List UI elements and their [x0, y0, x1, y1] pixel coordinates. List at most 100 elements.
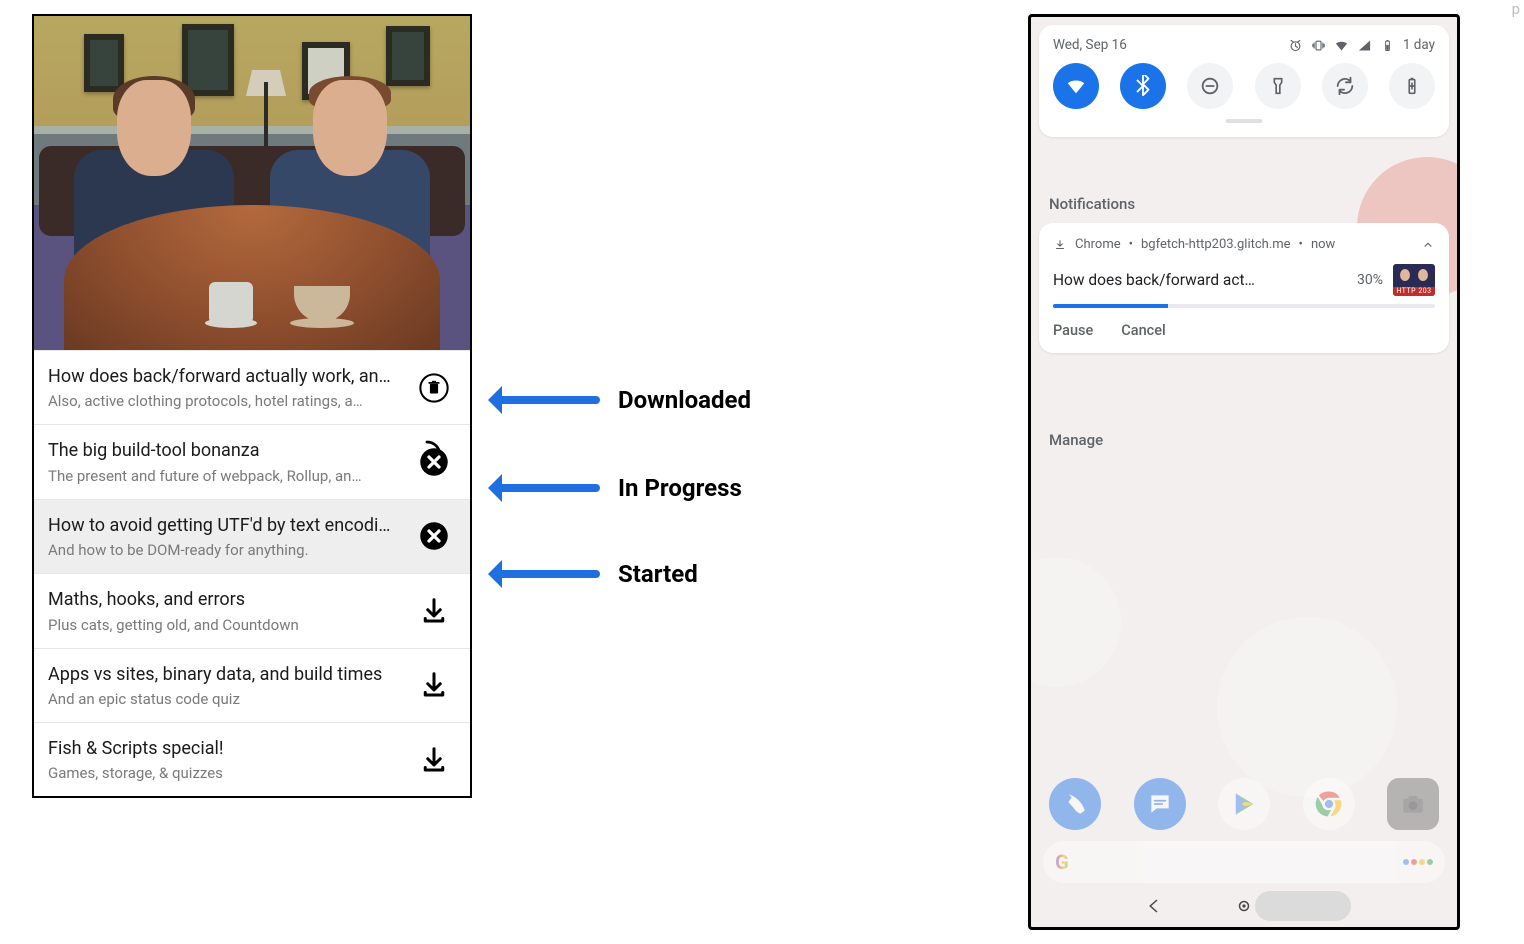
annotation-label: Started [618, 560, 698, 588]
notification-title: How does back/forward act… [1053, 271, 1347, 289]
stray-char: p [1512, 0, 1520, 18]
glass-icon [209, 282, 253, 322]
qs-bluetooth-tile[interactable] [1120, 63, 1166, 109]
cancel-download-button[interactable] [412, 514, 456, 558]
system-nav-bar [1031, 885, 1457, 927]
episode-list: How does back/forward actually work, an…… [34, 350, 470, 796]
arrow-left-icon [490, 570, 600, 578]
download-button[interactable] [412, 663, 456, 707]
qs-dnd-tile[interactable] [1187, 63, 1233, 109]
episode-item[interactable]: How to avoid getting UTF'd by text encod… [34, 499, 470, 573]
annotation-in-progress: In Progress [490, 474, 742, 502]
annotation-downloaded: Downloaded [490, 386, 751, 414]
notification-percent: 30% [1357, 272, 1383, 288]
episode-item[interactable]: Apps vs sites, binary data, and build ti… [34, 648, 470, 722]
annotation-started: Started [490, 560, 698, 588]
status-bar: Wed, Sep 16 1 day [1053, 33, 1435, 63]
episode-subtitle: And how to be DOM-ready for anything. [48, 541, 402, 559]
qs-battery-saver-tile[interactable] [1389, 63, 1435, 109]
table-icon [64, 205, 440, 350]
battery-icon [1380, 38, 1395, 53]
google-search-bar[interactable]: G [1043, 841, 1445, 883]
play-icon [1230, 790, 1258, 818]
camera-app-icon[interactable] [1387, 778, 1439, 830]
episode-title: Maths, hooks, and errors [48, 588, 402, 611]
wall-frame-icon [386, 26, 430, 86]
download-icon [419, 745, 449, 775]
android-phone-frame: Wed, Sep 16 1 day [1028, 14, 1460, 930]
chevron-up-icon[interactable] [1421, 238, 1435, 252]
cancel-circle-icon [419, 447, 449, 477]
play-store-app-icon[interactable] [1218, 778, 1270, 830]
qs-rotate-tile[interactable] [1322, 63, 1368, 109]
camera-icon [1400, 791, 1426, 817]
episode-title: How does back/forward actually work, an… [48, 365, 402, 388]
bullet: • [1299, 237, 1303, 252]
notification-app-name: Chrome [1075, 237, 1121, 252]
episode-title: Fish & Scripts special! [48, 737, 402, 760]
thumb-tag: HTTP 203 [1393, 287, 1435, 296]
drag-handle-icon[interactable] [1226, 119, 1262, 123]
wifi-status-icon [1334, 38, 1349, 53]
notification-pause-button[interactable]: Pause [1053, 322, 1093, 339]
episode-title: Apps vs sites, binary data, and build ti… [48, 663, 402, 686]
messages-icon [1147, 791, 1173, 817]
download-button[interactable] [412, 589, 456, 633]
annotation-label: Downloaded [618, 386, 751, 414]
signal-icon [1357, 38, 1372, 53]
manage-button[interactable]: Manage [1049, 431, 1103, 449]
vibrate-icon [1311, 38, 1326, 53]
auto-rotate-icon [1334, 75, 1356, 97]
download-icon [419, 596, 449, 626]
bluetooth-icon [1132, 75, 1154, 97]
messages-app-icon[interactable] [1134, 778, 1186, 830]
bullet: • [1129, 237, 1133, 252]
cancel-download-button[interactable] [412, 440, 456, 484]
wifi-icon [1065, 75, 1087, 97]
notification-cancel-button[interactable]: Cancel [1121, 322, 1165, 339]
delete-download-button[interactable] [412, 366, 456, 410]
notification-thumbnail: HTTP 203 [1393, 264, 1435, 296]
chrome-app-icon[interactable] [1303, 778, 1355, 830]
episode-subtitle: Also, active clothing protocols, hotel r… [48, 392, 402, 410]
episode-item[interactable]: Maths, hooks, and errors Plus cats, gett… [34, 573, 470, 647]
arrow-left-icon [490, 396, 600, 404]
episode-subtitle: The present and future of webpack, Rollu… [48, 467, 402, 485]
qs-flashlight-tile[interactable] [1255, 63, 1301, 109]
chrome-icon [1314, 789, 1344, 819]
cancel-circle-icon [419, 521, 449, 551]
quick-settings-panel[interactable]: Wed, Sep 16 1 day [1039, 25, 1449, 137]
episode-app-frame: How does back/forward actually work, an…… [32, 14, 472, 798]
episode-title: The big build-tool bonanza [48, 439, 402, 462]
progress-bar [1053, 304, 1435, 308]
back-nav-icon[interactable] [1145, 897, 1163, 915]
home-nav-icon[interactable] [1235, 897, 1253, 915]
alarm-icon [1288, 38, 1303, 53]
assistant-icon[interactable] [1403, 859, 1433, 865]
episode-title: How to avoid getting UTF'd by text encod… [48, 514, 402, 537]
hero-image [34, 16, 470, 350]
episode-item[interactable]: Fish & Scripts special! Games, storage, … [34, 722, 470, 796]
arrow-left-icon [490, 484, 600, 492]
download-icon [419, 670, 449, 700]
notification-card[interactable]: Chrome • bgfetch-http203.glitch.me • now… [1039, 223, 1449, 353]
google-g-icon: G [1055, 850, 1069, 874]
episode-subtitle: Plus cats, getting old, and Countdown [48, 616, 402, 634]
episode-subtitle: Games, storage, & quizzes [48, 764, 402, 782]
notification-when: now [1311, 237, 1335, 252]
battery-text: 1 day [1403, 37, 1435, 53]
notification-source: bgfetch-http203.glitch.me [1141, 237, 1291, 252]
download-button[interactable] [412, 738, 456, 782]
episode-item[interactable]: How does back/forward actually work, an…… [34, 350, 470, 424]
download-small-icon [1053, 238, 1067, 252]
dnd-icon [1199, 75, 1221, 97]
nav-pill [1255, 891, 1351, 921]
battery-saver-icon [1401, 75, 1423, 97]
phone-icon [1062, 791, 1088, 817]
notifications-header: Notifications [1049, 195, 1135, 213]
episode-item[interactable]: The big build-tool bonanza The present a… [34, 424, 470, 498]
phone-app-icon[interactable] [1049, 778, 1101, 830]
status-date: Wed, Sep 16 [1053, 37, 1127, 53]
qs-wifi-tile[interactable] [1053, 63, 1099, 109]
annotation-label: In Progress [618, 474, 742, 502]
